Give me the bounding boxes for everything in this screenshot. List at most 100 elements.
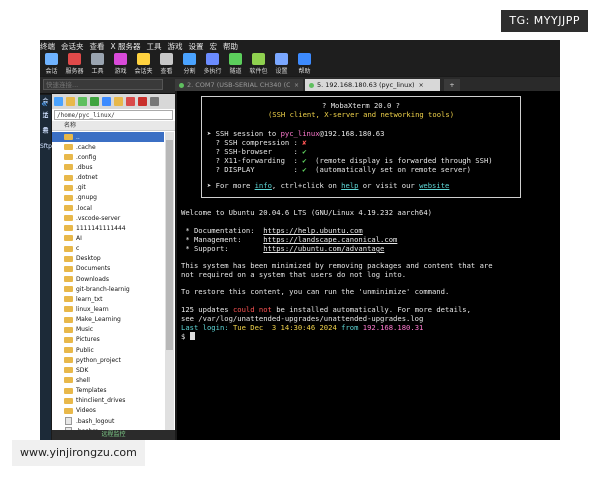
settings-icon[interactable] — [150, 97, 159, 106]
sidebar-tab-2[interactable]: 宏 — [40, 125, 51, 139]
folder-icon — [64, 347, 73, 354]
help-icon — [298, 53, 311, 65]
menu-bar: 终端 会话夹 查看 X 服务器 工具 游戏 设置宏帮助 — [40, 40, 560, 52]
menu-item-8[interactable]: 帮助 — [223, 41, 238, 52]
quick-connect-input[interactable] — [43, 79, 163, 90]
menu-item-2[interactable]: 查看 — [90, 41, 105, 52]
file-list-item[interactable]: Downloads — [52, 274, 164, 284]
toolbar-button-10[interactable]: 设置 — [270, 53, 293, 75]
toolbar-button-8[interactable]: 隧道 — [224, 53, 247, 75]
tab-label: 5. 192.168.180.63 (pyc_linux) — [317, 81, 415, 89]
menu-item-5[interactable]: 游戏 — [168, 41, 183, 52]
file-list-item[interactable]: thinclient_drives — [52, 396, 164, 406]
file-list-item[interactable]: .bash_logout — [52, 416, 164, 426]
toolbar-button-3[interactable]: 游戏 — [109, 53, 132, 75]
toolbar-button-4[interactable]: 会话夹 — [132, 53, 155, 75]
menu-item-3[interactable]: X 服务器 — [111, 41, 141, 52]
new-folder-icon[interactable] — [114, 97, 123, 106]
sidebar-tab-1[interactable]: 工具 — [40, 110, 51, 134]
tg-badge: TG: MYYJJPP — [501, 10, 588, 32]
file-list-item[interactable]: SDK — [52, 365, 164, 375]
file-list-item[interactable]: python_project — [52, 355, 164, 365]
file-list-item[interactable]: .config — [52, 152, 164, 162]
file-list-item[interactable]: 1111141111444 — [52, 223, 164, 233]
file-list-item[interactable]: Documents — [52, 264, 164, 274]
new-tab-button[interactable]: + — [444, 79, 460, 91]
folder-icon — [64, 326, 73, 333]
close-tab-icon[interactable]: × — [294, 82, 299, 89]
file-icon — [65, 417, 72, 425]
file-list-item[interactable]: learn_txt — [52, 294, 164, 304]
remote-monitoring-button[interactable]: 远程监控 — [52, 430, 175, 440]
download-icon[interactable] — [66, 97, 75, 106]
menu-item-4[interactable]: 工具 — [147, 41, 162, 52]
management-line: * Management: https://landscape.canonica… — [181, 235, 398, 244]
toolbar-button-7[interactable]: 多执行 — [201, 53, 224, 75]
toolbar-button-9[interactable]: 软件包 — [247, 53, 270, 75]
collapse-sidebar-icon[interactable]: « — [41, 97, 48, 110]
website-link[interactable]: website — [419, 181, 449, 190]
close-tab-icon[interactable]: × — [419, 82, 424, 89]
scrollbar-thumb[interactable] — [166, 140, 173, 350]
file-list-item[interactable]: Pictures — [52, 335, 164, 345]
up-folder-icon[interactable] — [54, 97, 63, 106]
updates-log-line: see /var/log/unattended-upgrades/unatten… — [181, 314, 424, 323]
shell-prompt[interactable]: $ — [181, 332, 195, 341]
upload-icon[interactable] — [78, 97, 87, 106]
file-list-item[interactable]: .git — [52, 183, 164, 193]
new-file-icon[interactable] — [102, 97, 111, 106]
file-list-item[interactable]: .dbus — [52, 162, 164, 172]
file-list-item[interactable]: Public — [52, 345, 164, 355]
terminal[interactable]: ? MobaXterm 20.0 ? (SSH client, X-server… — [177, 91, 560, 440]
more-info-line: ➤ For more info, ctrl+click on help or v… — [207, 181, 450, 190]
file-list-item[interactable]: .local — [52, 203, 164, 213]
toolbar-button-2[interactable]: 工具 — [86, 53, 109, 75]
file-list-item[interactable]: .dotnet — [52, 173, 164, 183]
tools-icon — [91, 53, 104, 65]
help-link[interactable]: help — [341, 181, 358, 190]
toolbar-button-6[interactable]: 分割 — [178, 53, 201, 75]
menu-item-6[interactable]: 设置 — [189, 41, 204, 52]
folder-icon — [64, 367, 73, 374]
session-tab-1[interactable]: 5. 192.168.180.63 (pyc_linux) × — [305, 79, 440, 91]
stop-icon[interactable] — [138, 97, 147, 106]
file-list-item[interactable]: shell — [52, 375, 164, 385]
file-list-scrollbar[interactable] — [165, 132, 174, 432]
name-column-header[interactable]: 名称 — [52, 121, 175, 131]
delete-icon[interactable] — [126, 97, 135, 106]
file-list-item[interactable]: c — [52, 244, 164, 254]
menu-item-1[interactable]: 会话夹 — [61, 41, 84, 52]
file-list-item[interactable]: .cache — [52, 142, 164, 152]
settings-icon — [275, 53, 288, 65]
last-login-line: Last login: Tue Dec 3 14:30:46 2024 from… — [181, 323, 424, 332]
file-list-item[interactable]: Music — [52, 325, 164, 335]
folder-icon — [64, 154, 73, 161]
session-tab-0[interactable]: 2. COM7 (USB-SERIAL CH340 (C × — [175, 79, 303, 91]
file-list: .. .cache .config .dbus .dotnet .git .gnupg .lo… — [52, 132, 164, 432]
sidebar-tab-3[interactable]: Sftp — [40, 140, 52, 154]
toolbar-button-11[interactable]: 帮助 — [293, 53, 316, 75]
toolbar-button-1[interactable]: 服务器 — [63, 53, 86, 75]
games-icon — [114, 53, 127, 65]
file-list-item[interactable]: Desktop — [52, 254, 164, 264]
toolbar-button-0[interactable]: 会话 — [40, 53, 63, 75]
file-list-item[interactable]: Make_Learning — [52, 315, 164, 325]
banner-title: ? MobaXterm 20.0 ? — [322, 101, 400, 110]
file-list-item[interactable]: linux_learn — [52, 304, 164, 314]
menu-item-7[interactable]: 宏 — [210, 41, 218, 52]
main-toolbar: 会话 服务器 工具 游戏 会话夹 查看 分割 多执行 隧道 软件包 设置 帮助 — [40, 52, 560, 76]
file-list-item[interactable]: git-branch-learnig — [52, 284, 164, 294]
menu-item-0[interactable]: 终端 — [40, 41, 55, 52]
toolbar-button-5[interactable]: 查看 — [155, 53, 178, 75]
file-list-item[interactable]: .gnupg — [52, 193, 164, 203]
file-list-item[interactable]: Templates — [52, 386, 164, 396]
info-link[interactable]: info — [255, 181, 272, 190]
refresh-icon[interactable] — [90, 97, 99, 106]
tab-label: 2. COM7 (USB-SERIAL CH340 (C — [186, 81, 290, 89]
file-list-item[interactable]: AI — [52, 233, 164, 243]
sftp-file-panel: /home/pyc_linux/ 名称 .. .cache .config .dbus… — [52, 94, 175, 440]
remote-path-field[interactable]: /home/pyc_linux/ — [54, 110, 173, 120]
file-list-item[interactable]: .vscode-server — [52, 213, 164, 223]
file-list-item[interactable]: Videos — [52, 406, 164, 416]
file-list-item[interactable]: .. — [52, 132, 164, 143]
